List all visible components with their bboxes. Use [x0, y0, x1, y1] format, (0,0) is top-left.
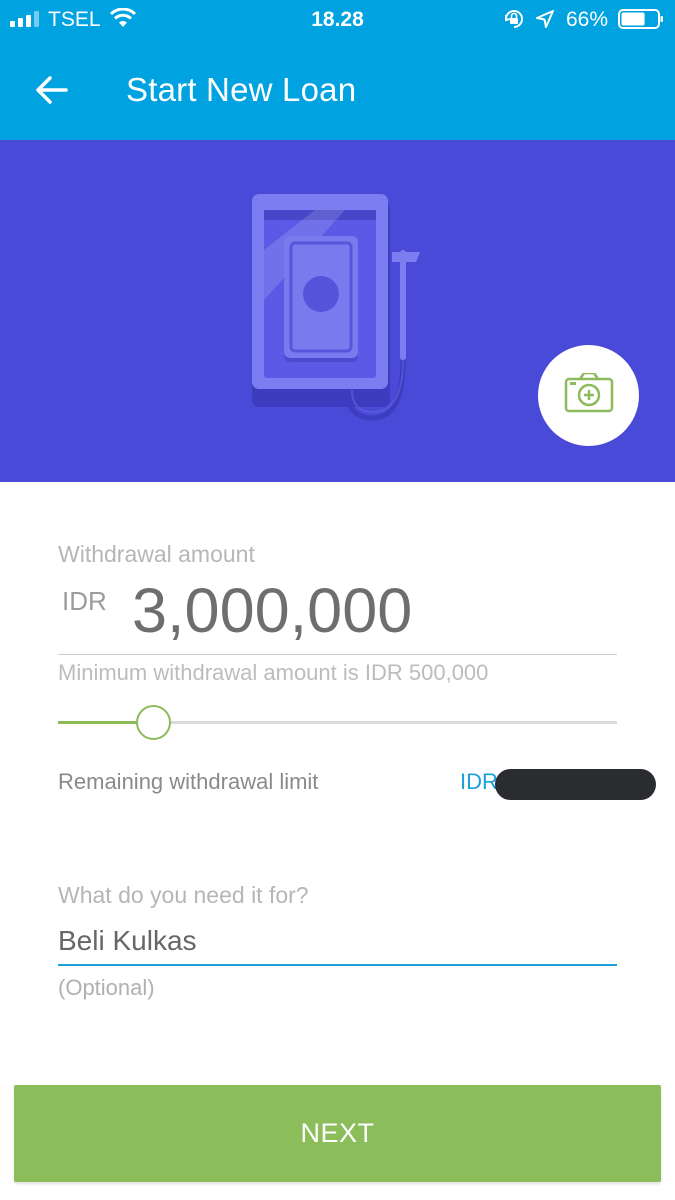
- atm-cash-machine-illustration: [252, 194, 420, 421]
- minimum-amount-hint: Minimum withdrawal amount is IDR 500,000: [58, 660, 489, 685]
- app-header: TSEL 18.28 66% Start New Loan: [0, 0, 675, 140]
- remaining-limit-label: Remaining withdrawal limit: [58, 769, 319, 794]
- loan-hero-banner: [0, 140, 675, 482]
- add-photo-button[interactable]: [538, 345, 639, 446]
- slider-thumb[interactable]: [136, 705, 171, 740]
- battery-percent: 66%: [566, 8, 609, 31]
- camera-add-icon: [564, 373, 614, 413]
- page-title: Start New Loan: [126, 71, 357, 108]
- withdrawal-amount-label: Withdrawal amount: [58, 541, 255, 567]
- loan-purpose-label: What do you need it for?: [58, 882, 309, 908]
- withdrawal-amount-slider[interactable]: [58, 704, 617, 740]
- amount-currency-prefix: IDR: [62, 586, 107, 616]
- status-bar: TSEL 18.28 66%: [0, 0, 675, 40]
- location-arrow-icon: [536, 10, 554, 28]
- battery-icon: [618, 9, 663, 29]
- next-button[interactable]: NEXT: [14, 1085, 661, 1182]
- remaining-limit-currency: IDR: [460, 769, 498, 794]
- withdrawal-amount-input[interactable]: [58, 567, 617, 655]
- orientation-lock-icon: [505, 10, 523, 28]
- optional-hint: (Optional): [58, 975, 155, 1000]
- back-arrow-icon[interactable]: [32, 70, 72, 110]
- loan-purpose-input[interactable]: [58, 918, 617, 966]
- remaining-limit-redacted-value: [495, 769, 656, 800]
